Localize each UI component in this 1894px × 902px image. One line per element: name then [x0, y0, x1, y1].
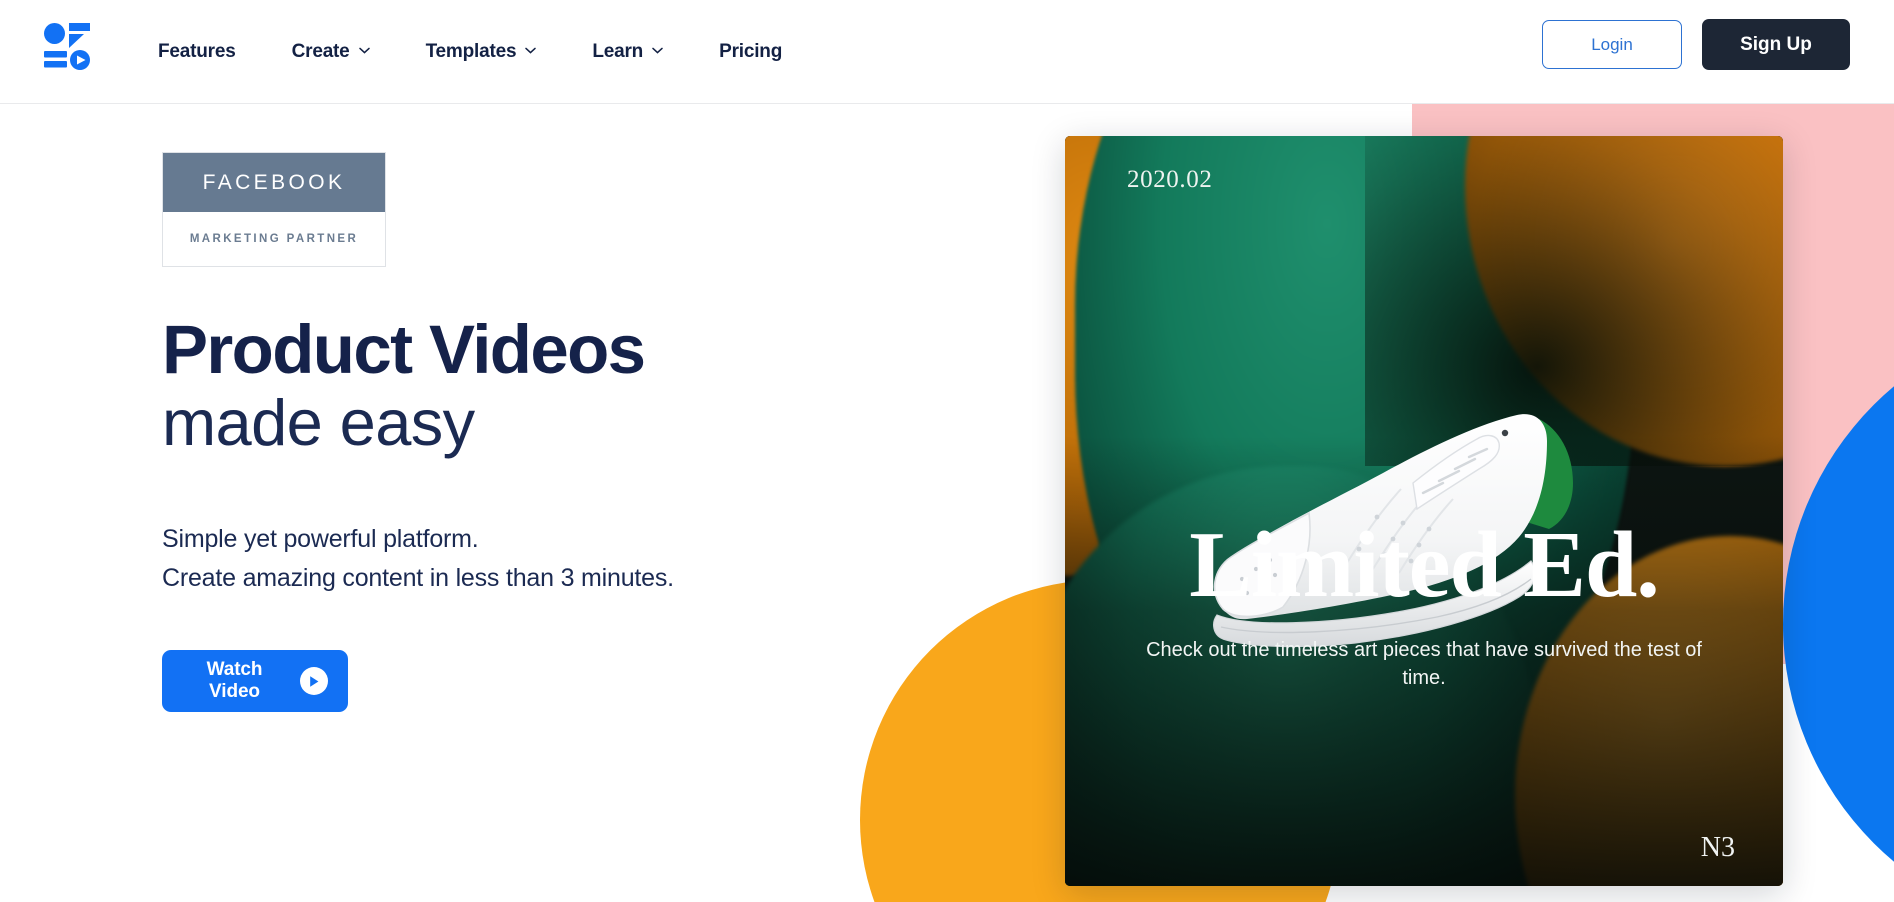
card-brand-mark: N3	[1700, 832, 1735, 863]
badge-partner-label: MARKETING PARTNER	[189, 233, 359, 245]
headline-line-1: Product Videos	[162, 311, 646, 388]
watch-video-label: Watch Video	[206, 659, 263, 703]
nav-label: Learn	[592, 41, 644, 62]
headline-line-2: made easy	[162, 386, 475, 460]
login-button[interactable]: Login	[1542, 20, 1682, 69]
auth-actions: Login Sign Up	[1542, 19, 1850, 70]
card-title: Limited Ed.	[1189, 513, 1660, 617]
hero-section: FACEBOOK MARKETING PARTNER Product Video…	[0, 104, 1894, 902]
nav-label: Pricing	[719, 41, 783, 62]
hero-content: FACEBOOK MARKETING PARTNER Product Video…	[162, 152, 962, 713]
badge-top: FACEBOOK	[163, 153, 385, 212]
main-navigation: Features Create Templates Learn Pricing	[158, 0, 782, 104]
logo[interactable]	[44, 22, 100, 82]
video-platform-logo-icon	[44, 23, 90, 70]
subcopy-line-2: Create amazing content in less than 3 mi…	[162, 564, 674, 593]
signup-button[interactable]: Sign Up	[1702, 19, 1850, 70]
nav-item-features[interactable]: Features	[158, 41, 236, 63]
badge-bottom: MARKETING PARTNER	[163, 212, 385, 266]
nav-item-learn[interactable]: Learn	[592, 41, 663, 63]
nav-item-pricing[interactable]: Pricing	[719, 41, 782, 63]
landing-page: Features Create Templates Learn Pricing …	[0, 0, 1894, 902]
chevron-down-icon	[358, 45, 370, 56]
nav-item-templates[interactable]: Templates	[426, 41, 537, 63]
hero-subcopy: Simple yet powerful platform. Create ama…	[162, 520, 962, 598]
play-icon	[300, 667, 328, 696]
nav-item-create[interactable]: Create	[292, 41, 370, 63]
nav-label: Create	[291, 41, 350, 62]
chevron-down-icon	[652, 45, 663, 56]
video-preview-card[interactable]: 2020.02 Limited Ed. Check out the timele…	[1065, 136, 1783, 886]
card-date: 2020.02	[1127, 166, 1213, 193]
facebook-marketing-partner-badge: FACEBOOK MARKETING PARTNER	[162, 152, 386, 267]
site-header: Features Create Templates Learn Pricing …	[0, 0, 1894, 104]
nav-label: Templates	[425, 41, 517, 62]
chevron-down-icon	[525, 45, 537, 56]
page-title: Product Videos made easy	[162, 311, 962, 462]
subcopy-line-1: Simple yet powerful platform.	[162, 525, 479, 554]
badge-facebook-label: FACEBOOK	[202, 170, 346, 194]
watch-video-button[interactable]: Watch Video	[162, 650, 348, 713]
card-subtitle: Check out the timeless art pieces that h…	[1146, 639, 1702, 690]
nav-label: Features	[158, 41, 236, 62]
